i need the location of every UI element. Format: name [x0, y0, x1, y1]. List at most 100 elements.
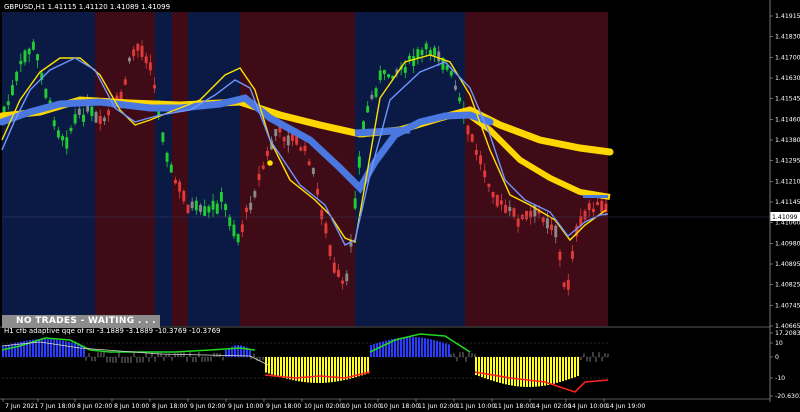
candle-body — [56, 130, 60, 138]
candle-body — [299, 147, 303, 151]
histogram-bar-bear — [577, 357, 579, 377]
histogram-bar-bear — [508, 357, 510, 386]
candle-body — [353, 198, 357, 209]
histogram-bar-bull — [415, 337, 417, 357]
candle-body — [261, 165, 265, 169]
candle-body — [15, 71, 19, 81]
candle-body — [491, 191, 495, 198]
histogram-bar-bull — [41, 339, 43, 357]
candle-body — [320, 210, 324, 220]
price-axis-label: 1.40665 — [775, 323, 800, 330]
histogram-bar-bull — [44, 339, 46, 357]
histogram-bar-bear — [268, 357, 270, 374]
histogram-bar-bear — [328, 357, 330, 383]
candle-body — [215, 203, 219, 214]
candle-body — [558, 251, 562, 261]
histogram-bar-bull — [448, 344, 450, 357]
histogram-bar-bear — [499, 357, 501, 383]
candle-body — [571, 251, 574, 259]
histogram-bar-bear — [310, 357, 312, 383]
histogram-bar-bear — [550, 357, 552, 385]
histogram-bar-bear — [565, 357, 567, 381]
candle-body — [374, 88, 378, 97]
time-axis-label: 14 Jun 19:00 — [606, 403, 645, 410]
candle-body — [541, 217, 545, 223]
price-axis-label: 1.40825 — [775, 282, 800, 289]
histogram-bar-bear — [292, 357, 294, 381]
trading-chart-window[interactable]: GBPUSD,H1 1.41115 1.41120 1.41089 1.4109… — [0, 0, 800, 412]
histogram-bar-bear — [526, 357, 528, 387]
histogram-bar-bear — [553, 357, 555, 384]
histogram-bar-bull — [237, 345, 239, 357]
candle-body — [529, 210, 533, 218]
candle-body — [345, 273, 349, 282]
histogram-bar-bear — [316, 357, 318, 383]
candle-body — [19, 60, 23, 65]
histogram-bar-bear — [271, 357, 273, 375]
price-axis-label: 1.41380 — [775, 137, 800, 144]
candle-body — [240, 224, 244, 233]
histogram-bar-bear — [517, 357, 519, 387]
histogram-bar-bear — [562, 357, 564, 382]
candle-body — [428, 50, 432, 55]
price-chart-canvas[interactable]: GBPUSD,H1 1.41115 1.41120 1.41089 1.4109… — [0, 0, 800, 412]
price-axis-label: 1.41545 — [775, 96, 800, 103]
candle-body — [286, 135, 290, 146]
candle-body — [186, 204, 190, 213]
candle-body — [36, 54, 39, 61]
candle-body — [324, 223, 328, 234]
candle-body — [190, 201, 194, 209]
candle-body — [545, 218, 549, 229]
price-axis-label: 1.41145 — [775, 199, 800, 206]
histogram-bar-bear — [355, 357, 357, 378]
candle-body — [433, 47, 437, 56]
candle-body — [408, 55, 411, 61]
candle-body — [387, 74, 391, 78]
histogram-bar-bull — [394, 338, 396, 357]
candle-body — [495, 194, 499, 207]
histogram-bar-bear — [496, 357, 498, 383]
time-axis-label: 8 Jun 18:00 — [152, 403, 187, 410]
candle-body — [449, 71, 453, 76]
histogram-bar-bear — [484, 357, 486, 379]
candle-body — [44, 88, 48, 98]
candle-body — [550, 224, 554, 231]
candle-body — [311, 168, 315, 175]
candle-body — [499, 200, 503, 205]
candle-body — [94, 112, 98, 123]
candle-body — [470, 134, 474, 142]
candle-body — [161, 132, 165, 142]
time-axis-label: 11 Jun 10:00 — [456, 403, 495, 410]
candle-body — [316, 188, 320, 195]
candle-body — [416, 49, 420, 59]
candle-body — [253, 191, 257, 198]
candle-body — [512, 208, 516, 217]
candle-body — [10, 85, 14, 96]
candle-body — [566, 279, 570, 290]
histogram-bar-bull — [14, 343, 16, 357]
histogram-bar-bull — [436, 340, 438, 357]
candle-body — [504, 205, 508, 213]
candle-body — [165, 152, 169, 162]
histogram-bar-bull — [65, 341, 67, 357]
symbol-header: GBPUSD,H1 1.41115 1.41120 1.41089 1.4109… — [4, 3, 170, 11]
candle-body — [257, 173, 261, 181]
candle-body — [474, 150, 478, 155]
candle-body — [228, 216, 232, 227]
candle-body — [265, 150, 269, 157]
histogram-bar-bear — [487, 357, 489, 380]
candle-body — [508, 206, 512, 212]
price-axis-label: 1.41700 — [775, 54, 800, 61]
candle-body — [128, 57, 131, 62]
time-axis-label: 11 Jun 18:00 — [494, 403, 533, 410]
histogram-bar-bear — [352, 357, 354, 378]
candle-body — [336, 269, 340, 277]
histogram-bar-bull — [74, 343, 76, 357]
candle-body — [282, 136, 286, 142]
histogram-bar-bear — [361, 357, 363, 376]
histogram-bar-bear — [319, 357, 321, 383]
candle-body — [98, 116, 102, 124]
candle-body — [357, 156, 361, 168]
candle-body — [420, 49, 424, 56]
candle-body — [583, 210, 587, 220]
